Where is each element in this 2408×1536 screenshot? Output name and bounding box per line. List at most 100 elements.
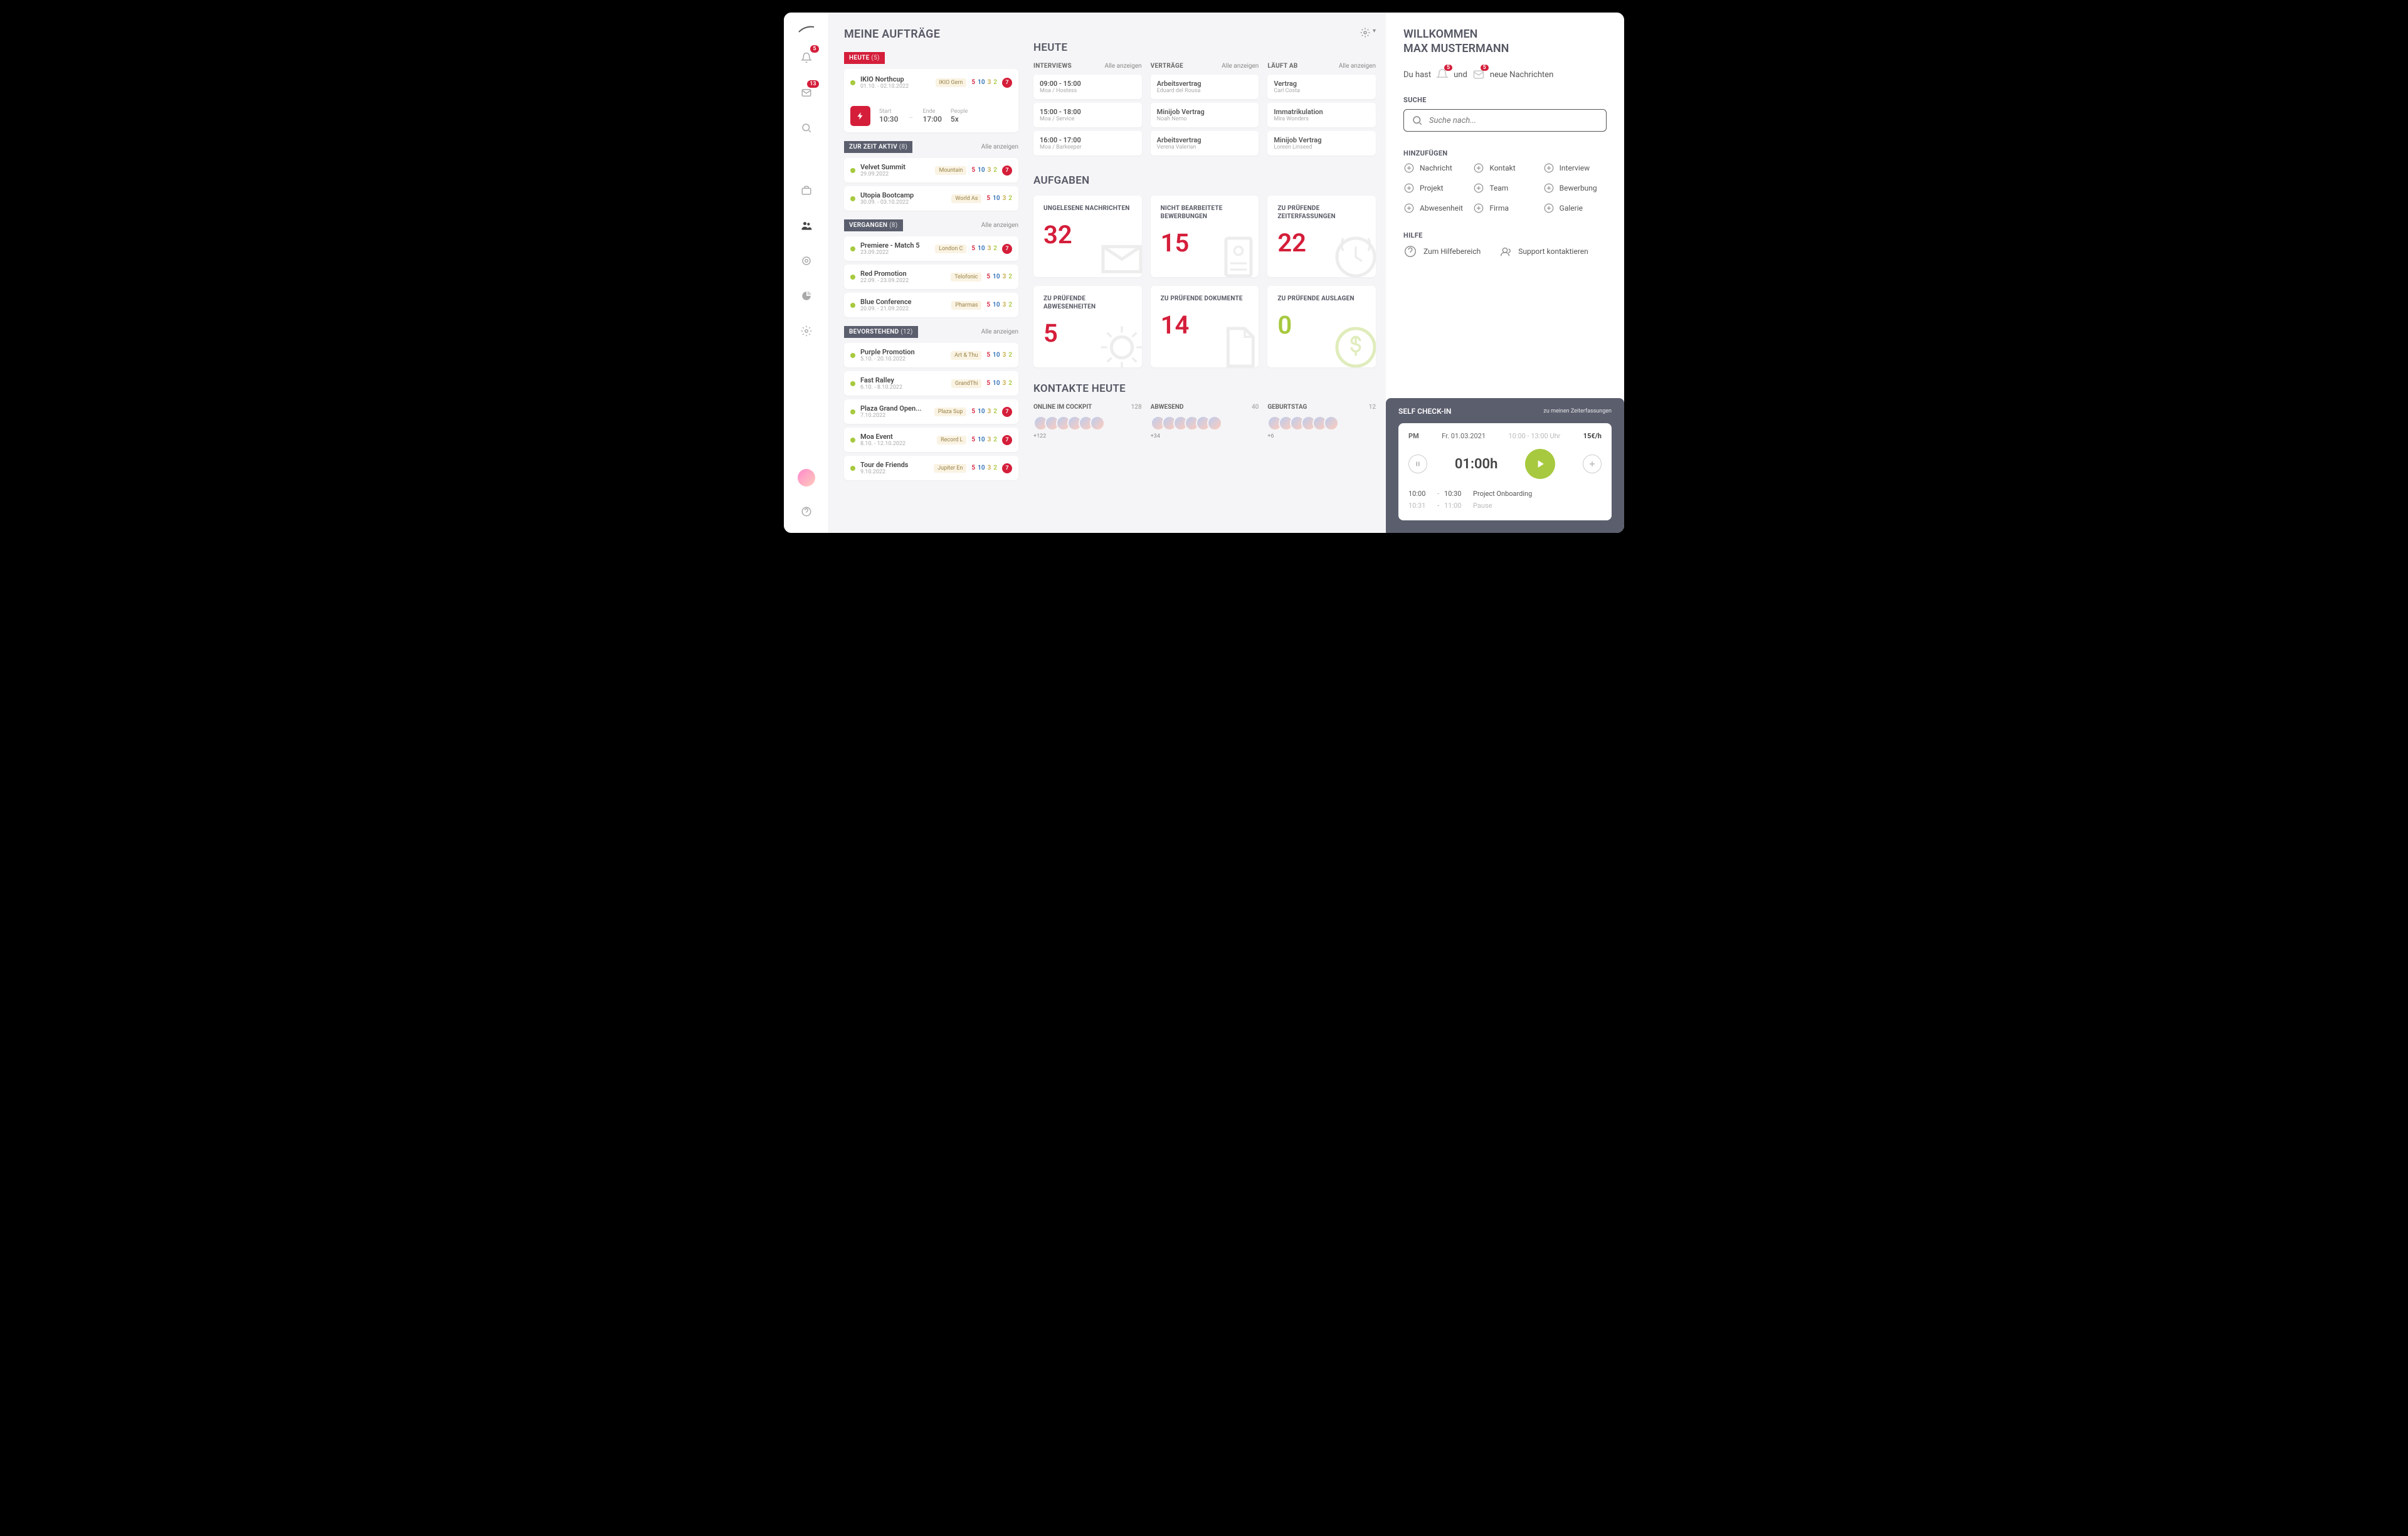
avatar [1324,416,1339,431]
status-dot [850,438,855,443]
status-dot [850,353,855,358]
nav-messages[interactable]: 13 [796,83,816,103]
bell-icon[interactable]: 5 [1436,68,1449,81]
nav-briefcase[interactable] [796,181,816,201]
search-box[interactable] [1403,109,1607,132]
add-label: HINZUFÜGEN [1403,149,1607,157]
help-link[interactable]: Zum Hilfebereich [1403,245,1481,258]
contacts-col: ONLINE IM COCKPIT128 +122 [1033,404,1142,439]
welcome-heading: WILLKOMMEN MAX MUSTERMANN [1403,28,1607,56]
show-all-link[interactable]: Alle anzeigen [981,222,1018,229]
job-card[interactable]: Fast Ralley6.10. - 8.10.2022 GrandThi 51… [844,371,1018,396]
job-card[interactable]: Blue Conference20.09. - 21.09.2022 Pharm… [844,293,1018,317]
today-item[interactable]: 09:00 - 15:00Moa / Hostess [1033,75,1142,99]
client-chip: Pharmas [951,301,981,310]
alert-count: 7 [1002,407,1012,417]
job-card[interactable]: Moa Event8.10. - 12.10.2022 Record L 510… [844,428,1018,452]
avatar [1207,416,1222,431]
task-card[interactable]: ZU PRÜFENDE ABWESENHEITEN 5 [1033,286,1142,367]
avatar-stack[interactable] [1267,416,1376,431]
plus-circle-icon [1403,203,1415,214]
add-item[interactable]: Bewerbung [1543,182,1607,194]
add-item[interactable]: Firma [1473,203,1536,214]
show-all-link[interactable]: Alle anzeigen [981,144,1018,150]
task-card[interactable]: ZU PRÜFENDE AUSLAGEN 0 [1267,286,1376,367]
contacts-col: ABWESEND40 +34 [1151,404,1259,439]
section-tag: ZUR ZEIT AKTIV (8) [844,141,912,153]
add-entry-button[interactable] [1583,455,1602,473]
status-dot [850,409,855,414]
nav-help[interactable] [796,502,816,522]
search-input[interactable] [1429,116,1598,125]
center-column: ▾ HEUTE INTERVIEWSAlle anzeigen 09:00 - … [1023,13,1386,533]
add-item[interactable]: Interview [1543,162,1607,174]
job-card[interactable]: Utopia Bootcamp30.09. - 03.10.2022 World… [844,186,1018,211]
job-card[interactable]: Purple Promotion5.10. - 20.10.2022 Art &… [844,343,1018,367]
plus-circle-icon [1543,182,1555,194]
nav-people[interactable] [796,216,816,236]
add-item[interactable]: Abwesenheit [1403,203,1467,214]
add-item[interactable]: Team [1473,182,1536,194]
task-card[interactable]: ZU PRÜFENDE DOKUMENTE 14 [1151,286,1259,367]
job-card[interactable]: Velvet Summit29.09.2022 Mountain 51032 7 [844,158,1018,182]
client-chip: London C [935,245,966,253]
client-chip: Plaza Sup [934,408,967,416]
message-summary: Du hast 5 und 5 neue Nachrichten [1403,68,1607,81]
status-dot [850,466,855,471]
alert-count: 7 [1002,166,1012,176]
job-card[interactable]: Tour de Friends9.10.2022 Jupiter En 5103… [844,456,1018,480]
task-card[interactable]: UNGELESENE NACHRICHTEN 32 [1033,196,1142,277]
avatar-stack[interactable] [1033,416,1142,431]
client-chip: Record L [937,436,966,444]
checkin-row: 10:31-11:00Pause [1408,500,1602,512]
status-dot [850,196,855,201]
envelope-icon[interactable]: 5 [1472,68,1485,81]
client-chip: IKIO Gern [936,78,967,87]
add-item[interactable]: Galerie [1543,203,1607,214]
add-item[interactable]: Nachricht [1403,162,1467,174]
elapsed-time: 01:00h [1455,456,1498,472]
status-dot [850,246,855,251]
job-card[interactable]: Red Promotion22.09. - 23.09.2022 Telofon… [844,265,1018,289]
today-item[interactable]: ImmatrikulationMira Wonders [1267,103,1376,127]
job-card[interactable]: Plaza Grand Open...7.10.2022 Plaza Sup 5… [844,399,1018,424]
play-button[interactable] [1525,449,1555,479]
today-item[interactable]: Minijob VertragNoah Nemo [1151,103,1259,127]
task-card[interactable]: NICHT BEARBEITETE BEWERBUNGEN 15 [1151,196,1259,277]
plus-circle-icon [1403,162,1415,174]
alert-count: 7 [1002,244,1012,254]
job-card[interactable]: Premiere - Match 523.09.2022 London C 51… [844,236,1018,261]
show-all-link[interactable]: Alle anzeigen [1339,63,1376,70]
today-item[interactable]: 15:00 - 18:00Moa / Service [1033,103,1142,127]
avatar-stack[interactable] [1151,416,1259,431]
today-item[interactable]: Minijob VertragLoreen Linseed [1267,131,1376,155]
settings-gear[interactable]: ▾ [1033,28,1376,38]
nav-settings[interactable] [796,321,816,341]
contacts-title: KONTAKTE HEUTE [1033,382,1376,395]
nav-target[interactable] [796,251,816,271]
today-item[interactable]: ArbeitsvertragVerena Valerian [1151,131,1259,155]
help-label: HILFE [1403,231,1607,239]
today-item[interactable]: VertragCarl Costa [1267,75,1376,99]
job-card-featured[interactable]: IKIO Northcup 01.10. - 02.10.2022 IKIO G… [844,69,1018,132]
plus-circle-icon [1473,182,1484,194]
pause-button[interactable] [1408,455,1427,473]
nav-chart[interactable] [796,286,816,306]
checkin-link[interactable]: zu meinen Zeiterfassungen [1543,408,1612,414]
support-link[interactable]: Support kontaktieren [1498,245,1588,258]
today-item[interactable]: 16:00 - 17:00Moa / Barkeeper [1033,131,1142,155]
add-item[interactable]: Projekt [1403,182,1467,194]
right-panel: WILLKOMMEN MAX MUSTERMANN Du hast 5 und … [1386,13,1624,533]
nav-search[interactable] [796,118,816,138]
show-all-link[interactable]: Alle anzeigen [981,329,1018,335]
user-avatar[interactable] [798,469,815,487]
add-item[interactable]: Kontakt [1473,162,1536,174]
client-chip: Jupiter En [934,464,966,473]
task-card[interactable]: ZU PRÜFENDE ZEITERFASSUNGEN 22 [1267,196,1376,277]
client-chip: GrandThi [951,379,981,388]
today-item[interactable]: ArbeitsvertragEduard del Rousa [1151,75,1259,99]
nav-notifications[interactable]: 5 [796,48,816,68]
show-all-link[interactable]: Alle anzeigen [1222,63,1259,70]
show-all-link[interactable]: Alle anzeigen [1104,63,1141,70]
status-dot [850,303,855,308]
